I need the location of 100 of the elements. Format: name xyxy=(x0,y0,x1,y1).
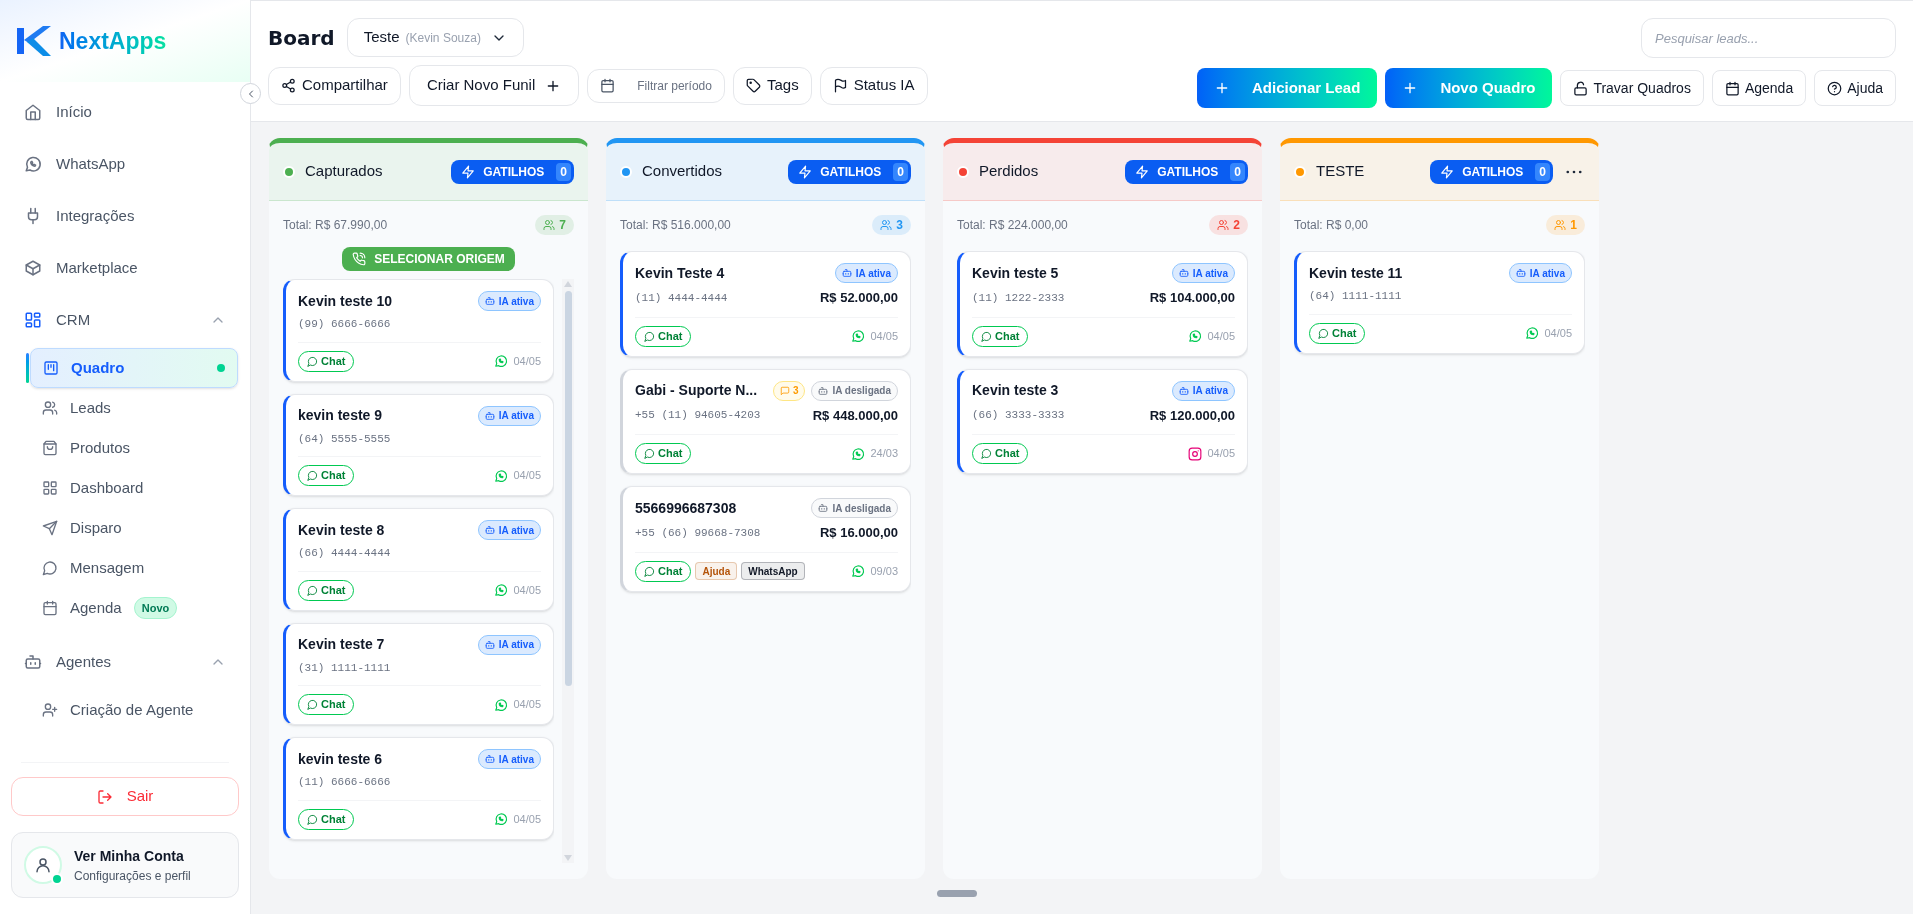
ai-status-badge: IA desligada xyxy=(811,498,898,518)
robot-icon xyxy=(484,525,495,535)
robot-icon xyxy=(1515,268,1526,278)
phone-number: (11) 6666-6666 xyxy=(298,775,391,790)
nav-subitem[interactable]: Dashboard xyxy=(30,468,238,508)
users-icon xyxy=(880,219,893,231)
nav-subitem[interactable]: Agenda Novo xyxy=(30,588,238,628)
lead-card[interactable]: Kevin teste 10 IA ativa (99) 6666-6666 Chat 04/05 xyxy=(283,279,554,382)
scrollbar[interactable] xyxy=(562,279,574,863)
help-icon xyxy=(1827,80,1843,96)
phone-bubble-icon xyxy=(1525,326,1540,340)
lead-date: 04/05 xyxy=(513,353,541,369)
lead-date: 04/05 xyxy=(1207,446,1235,462)
robot-icon xyxy=(1178,385,1189,396)
lead-date: 04/05 xyxy=(513,582,541,598)
lead-card[interactable]: kevin teste 6 IA ativa (11) 6666-6666 Chat 04/05 xyxy=(283,737,554,840)
robot-icon xyxy=(841,268,852,278)
toolbar-button[interactable]: Tags xyxy=(732,66,812,105)
column-total: Total: R$ 0,00 xyxy=(1294,217,1369,234)
triggers-button[interactable]: GATILHOS 0 xyxy=(1125,159,1248,184)
flag-icon xyxy=(832,78,848,93)
lead-date: 04/05 xyxy=(1207,328,1235,344)
column-total: Total: R$ 516.000,00 xyxy=(620,217,731,234)
message-icon xyxy=(307,584,318,596)
nav-item[interactable]: Início xyxy=(12,86,238,138)
lead-card[interactable]: Gabi - Suporte N... 3 IA desligada +55 (11) 94605-4203 R$ 448.000,00 Chat 24/03 xyxy=(620,368,911,474)
message-icon xyxy=(307,813,318,825)
ai-status-badge: IA ativa xyxy=(1171,263,1235,283)
plus-icon xyxy=(1214,80,1230,96)
ai-status-badge: IA desligada xyxy=(811,380,898,401)
nav-subitem[interactable]: Leads xyxy=(30,388,238,428)
dashboard-icon xyxy=(42,480,58,496)
lead-value: R$ 448.000,00 xyxy=(812,406,898,425)
triggers-button[interactable]: GATILHOS 0 xyxy=(788,159,911,184)
phone-number: (31) 1111-1111 xyxy=(298,660,391,676)
robot-icon xyxy=(484,410,495,421)
lead-date: 04/05 xyxy=(513,468,541,484)
lead-count: 1 xyxy=(1546,215,1585,235)
lead-card[interactable]: 5566996687308 IA desligada +55 (66) 99668-7308 R$ 16.000,00 Chat Ajuda WhatsApp 09/03 xyxy=(620,486,911,592)
lead-card[interactable]: Kevin teste 3 IA ativa (66) 3333-3333 R$ 120.000,00 Chat 04/05 xyxy=(957,368,1248,474)
board-select[interactable]: Teste (Kevin Souza) xyxy=(346,18,524,57)
lead-date: 24/03 xyxy=(870,446,898,462)
ai-status-badge: IA ativa xyxy=(1508,263,1572,283)
camera-square-icon xyxy=(1188,446,1203,461)
nav-subitem[interactable]: Produtos xyxy=(30,428,238,468)
toolbar-button[interactable]: Agenda xyxy=(1711,70,1807,106)
lead-card[interactable]: Kevin teste 7 IA ativa (31) 1111-1111 Chat 04/05 xyxy=(283,622,554,725)
robot-icon xyxy=(484,754,495,764)
message-icon xyxy=(981,448,992,459)
lead-date: 04/05 xyxy=(513,811,541,827)
lead-tag: WhatsApp xyxy=(741,562,805,580)
date-filter[interactable]: Filtrar período xyxy=(587,68,725,103)
scroll-handle[interactable] xyxy=(937,890,977,897)
nav-subitem[interactable]: Criação de Agente xyxy=(30,690,238,730)
robot-icon xyxy=(484,639,495,650)
more-icon[interactable] xyxy=(1566,169,1582,174)
new-badge: Novo xyxy=(133,596,178,620)
account-subtitle: Configurações e perfil xyxy=(74,867,191,885)
nav-item[interactable]: Marketplace xyxy=(12,242,238,294)
nav-item[interactable]: WhatsApp xyxy=(12,138,238,190)
lead-count: 7 xyxy=(535,215,574,235)
ai-status-badge: IA ativa xyxy=(477,405,541,426)
lightning-icon xyxy=(1135,164,1150,179)
share-icon xyxy=(281,78,296,93)
triggers-button[interactable]: GATILHOS 0 xyxy=(1430,159,1553,184)
logout-button[interactable]: Sair xyxy=(11,777,239,816)
lead-value: R$ 52.000,00 xyxy=(819,289,898,307)
nav-item[interactable]: CRM xyxy=(12,294,238,346)
nav-subitem[interactable]: Mensagem xyxy=(30,548,238,588)
ai-status-badge: IA ativa xyxy=(1171,380,1235,401)
toolbar-button[interactable]: Compartilhar xyxy=(268,66,401,105)
lead-count: 3 xyxy=(872,215,911,235)
message-icon xyxy=(307,699,318,710)
lead-card[interactable]: Kevin teste 11 IA ativa (64) 1111-1111 Chat 04/05 xyxy=(1294,251,1585,354)
lead-name: Kevin Teste 4 xyxy=(635,263,726,283)
robot-icon xyxy=(818,385,829,396)
phone-number: +55 (11) 94605-4203 xyxy=(635,408,761,423)
ai-status-badge: IA ativa xyxy=(477,520,541,540)
user-plus-icon xyxy=(42,702,58,718)
nav-subitem[interactable]: Disparo xyxy=(30,508,238,548)
lead-card[interactable]: Kevin teste 8 IA ativa (66) 4444-4444 Chat 04/05 xyxy=(283,508,554,611)
search-field[interactable]: Pesquisar leads... xyxy=(1641,18,1896,58)
nav-item[interactable]: Agentes xyxy=(12,636,238,688)
triggers-button[interactable]: GATILHOS 0 xyxy=(451,159,574,184)
robot-icon xyxy=(818,503,829,513)
account-card[interactable]: Ver Minha Conta Configurações e perfil xyxy=(11,832,239,898)
toolbar-button[interactable]: Ajuda xyxy=(1814,70,1896,106)
lead-card[interactable]: Kevin teste 5 IA ativa (11) 1222-2333 R$ 104.000,00 Chat 04/05 xyxy=(957,251,1248,357)
lead-card[interactable]: kevin teste 9 IA ativa (64) 5555-5555 Chat 04/05 xyxy=(283,393,554,496)
message-count: 3 xyxy=(772,380,806,401)
toolbar-button[interactable]: Status IA xyxy=(819,66,928,105)
toolbar-button[interactable]: Criar Novo Funil xyxy=(408,65,580,106)
message-icon xyxy=(307,355,318,367)
calendar-icon xyxy=(600,78,616,93)
phone-number: +55 (66) 99668-7308 xyxy=(635,525,761,541)
nav-item[interactable]: Integrações xyxy=(12,190,238,242)
ai-status-badge: IA ativa xyxy=(477,291,541,311)
toolbar-button[interactable]: Travar Quadros xyxy=(1560,70,1704,106)
lead-card[interactable]: Kevin Teste 4 IA ativa (11) 4444-4444 R$ 52.000,00 Chat 04/05 xyxy=(620,251,911,357)
lock-open-icon xyxy=(1573,80,1589,96)
